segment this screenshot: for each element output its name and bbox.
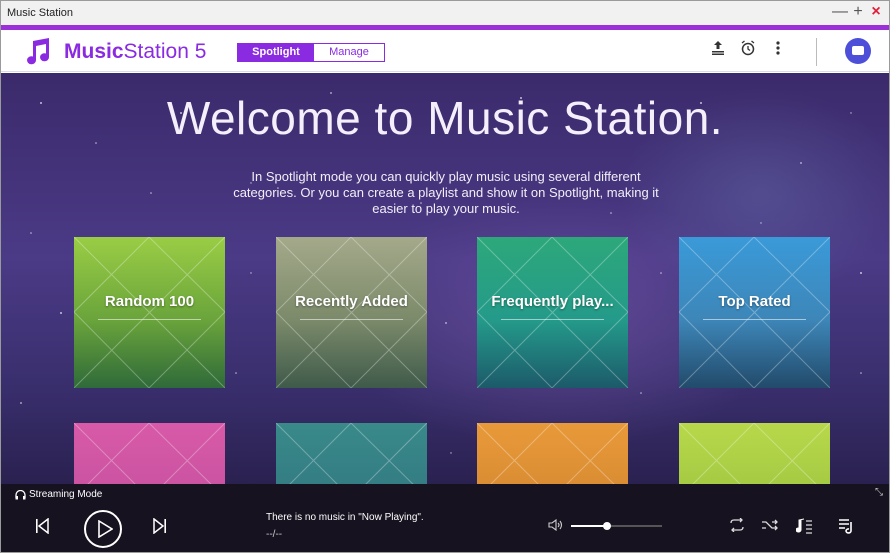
lyrics-icon[interactable] (795, 518, 814, 537)
tile-random-100[interactable]: Random 100 (74, 237, 225, 388)
tile-pattern (477, 237, 628, 388)
spotlight-panel: Welcome to Music Station. In Spotlight m… (1, 73, 889, 484)
tile-underline (300, 319, 403, 320)
tile-pattern (74, 423, 225, 484)
tile-pattern (679, 423, 830, 484)
header-divider (816, 38, 817, 66)
music-note-icon (27, 38, 50, 65)
intro-text: In Spotlight mode you can quickly play m… (233, 169, 659, 216)
player-bar: Streaming Mode ⤡ There is no music in "N… (1, 484, 889, 552)
volume-fill (571, 525, 608, 527)
streaming-mode-label: Streaming Mode (29, 489, 103, 500)
playback-time: --/-- (266, 529, 283, 540)
window-controls: — + × (831, 3, 885, 21)
tile-label: Random 100 (104, 293, 195, 310)
tile-label: Recently Added (295, 293, 408, 310)
play-button[interactable] (84, 510, 122, 548)
previous-button[interactable] (35, 517, 49, 539)
tile-label: Frequently play... (491, 293, 614, 310)
now-playing-text: There is no music in "Now Playing". (266, 512, 424, 523)
window-title: Music Station (7, 7, 74, 19)
tab-manage[interactable]: Manage (314, 44, 384, 61)
tile-row2-2[interactable] (276, 423, 427, 484)
welcome-heading: Welcome to Music Station. (166, 92, 724, 144)
tile-pattern (74, 237, 225, 388)
brand-bold: Music (64, 40, 124, 63)
app-header: MusicStation 5 Spotlight Manage (1, 30, 889, 72)
tile-underline (501, 319, 604, 320)
next-button[interactable] (153, 517, 167, 539)
tile-pattern (276, 423, 427, 484)
brand-light: Station 5 (123, 40, 207, 63)
collapse-player-icon[interactable]: ⤡ (875, 487, 883, 498)
volume-icon[interactable] (548, 518, 564, 534)
tile-pattern (477, 423, 628, 484)
volume-knob[interactable] (603, 522, 612, 530)
title-bar: Music Station — + × (1, 1, 889, 25)
alarm-icon[interactable] (737, 40, 759, 62)
streaming-mode[interactable]: Streaming Mode (15, 489, 102, 500)
tile-row2-1[interactable] (74, 423, 225, 484)
tile-recently-added[interactable]: Recently Added (276, 237, 427, 388)
app-brand: MusicStation 5 (64, 40, 206, 64)
tile-row2-3[interactable] (477, 423, 628, 484)
mode-switch: Spotlight Manage (237, 43, 385, 62)
tab-spotlight[interactable]: Spotlight (238, 44, 314, 61)
tile-top-rated[interactable]: Top Rated (679, 237, 830, 388)
tile-row2-4[interactable] (679, 423, 830, 484)
volume-slider[interactable] (571, 522, 662, 530)
tile-pattern (276, 237, 427, 388)
music-station-window: Music Station — + × MusicStation 5 Spotl… (0, 0, 890, 553)
minimize-button[interactable]: — (831, 3, 849, 21)
user-icon[interactable] (845, 38, 871, 64)
tile-frequently-played[interactable]: Frequently play... (477, 237, 628, 388)
close-button[interactable]: × (867, 3, 885, 21)
tile-pattern (679, 237, 830, 388)
shuffle-icon[interactable] (761, 518, 779, 535)
upload-icon[interactable] (707, 40, 729, 62)
tile-underline (98, 319, 201, 320)
repeat-icon[interactable] (728, 517, 746, 535)
headphones-icon (15, 489, 26, 499)
tile-label: Top Rated (718, 293, 791, 310)
more-icon[interactable] (767, 40, 789, 62)
tile-underline (703, 319, 806, 320)
maximize-button[interactable]: + (849, 3, 867, 21)
queue-icon[interactable] (837, 518, 855, 537)
